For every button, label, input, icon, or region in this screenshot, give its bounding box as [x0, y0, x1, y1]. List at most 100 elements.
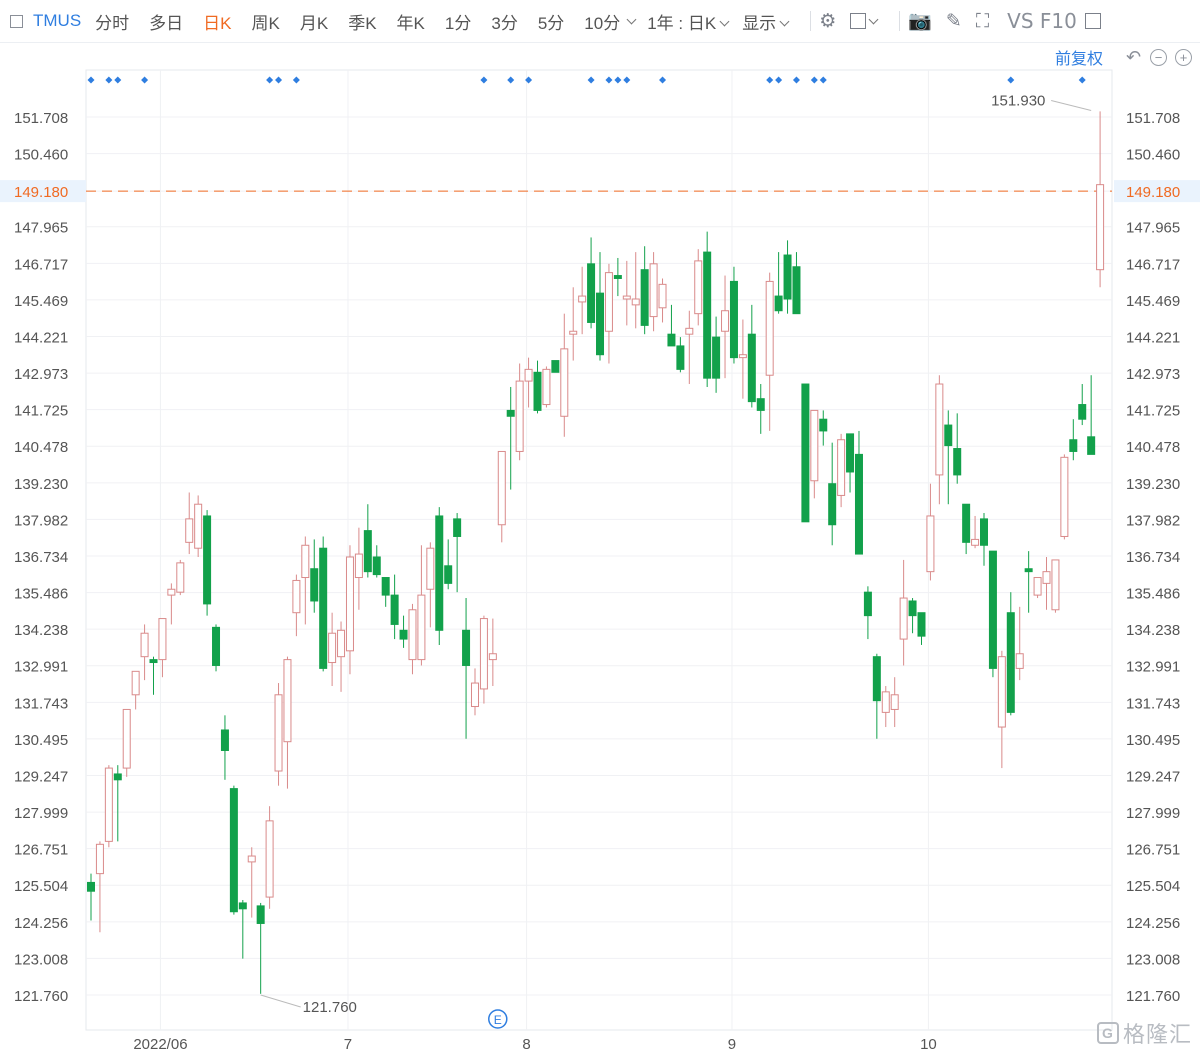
candle-body-down: [1069, 439, 1078, 452]
candle-body-up: [1042, 571, 1051, 584]
candle-body-down: [238, 902, 247, 910]
candle-body-up: [971, 538, 980, 546]
candle-body-down: [774, 295, 783, 312]
event-markers: [87, 76, 1086, 84]
candle-body-down: [1078, 404, 1087, 420]
candle-body-down: [319, 547, 328, 669]
candle-body-down: [962, 503, 971, 543]
candle-body-up: [1060, 456, 1069, 537]
y-tick-label-right: 146.717: [1126, 256, 1180, 273]
candle-body-down: [87, 881, 95, 892]
y-tick-label-right: 126.751: [1126, 842, 1180, 859]
candle-body-down: [640, 269, 649, 326]
candle-body-up: [426, 547, 435, 590]
y-tick-label-left: 147.965: [14, 220, 68, 237]
event-marker-diamond: [114, 76, 122, 84]
y-tick-label-right: 132.991: [1126, 659, 1180, 676]
candle-body-up: [604, 272, 613, 332]
y-tick-label-left: 145.469: [14, 293, 68, 310]
candle-body-down: [729, 280, 738, 359]
candle-body-up: [95, 843, 104, 875]
x-tick-label: 7: [344, 1036, 352, 1053]
candle-body-down: [596, 292, 605, 356]
candle-body-down: [533, 371, 542, 411]
candle-body-up: [738, 354, 747, 359]
candle-body-up: [417, 594, 426, 661]
candle-body-down: [372, 556, 381, 576]
annotation-label: 121.760: [303, 999, 357, 1016]
y-tick-label-right: 150.460: [1126, 147, 1180, 164]
y-tick-label-right: 149.180: [1126, 184, 1180, 201]
candle-body-up: [354, 553, 363, 579]
candle-body-down: [676, 345, 685, 370]
candle-body-down: [712, 336, 721, 379]
event-marker-diamond: [792, 76, 800, 84]
candle-body-up: [247, 855, 256, 863]
y-tick-label-right: 129.247: [1126, 769, 1180, 786]
candle-body-down: [783, 254, 792, 300]
candle-body-down: [363, 530, 372, 573]
candle-body-up: [122, 708, 131, 769]
x-tick-label: 9: [728, 1036, 736, 1053]
candle-body-down: [256, 905, 265, 924]
candle-body-down: [872, 656, 881, 702]
candle-body-up: [408, 609, 417, 661]
candle-body-up: [488, 653, 497, 661]
candle-body-down: [703, 251, 712, 379]
watermark-text: 格隆汇: [1122, 1022, 1192, 1047]
candle-body-up: [560, 348, 569, 417]
candle-body-down: [801, 383, 810, 523]
event-marker-diamond: [141, 76, 149, 84]
candle-body-down: [792, 266, 801, 315]
candle-body-down: [854, 453, 863, 555]
candle-body-down: [667, 333, 676, 347]
event-marker-diamond: [292, 76, 300, 84]
candle-body-down: [908, 600, 917, 617]
y-tick-label-left: 132.991: [14, 659, 68, 676]
price-annotations: 151.930 121.760: [260, 92, 1092, 1016]
y-tick-label-left: 136.734: [14, 549, 68, 566]
candle-body-up: [649, 263, 658, 318]
candle-body-up: [1051, 559, 1060, 611]
candle-body-down: [453, 518, 462, 537]
y-tick-label-right: 121.760: [1126, 988, 1180, 1005]
y-tick-label-right: 135.486: [1126, 586, 1180, 603]
y-tick-label-right: 136.734: [1126, 549, 1180, 566]
candlestick-chart[interactable]: 151.708 150.460 149.180 147.965 146.717 145.4…: [0, 0, 1200, 1055]
candle-body-down: [390, 594, 399, 625]
y-tick-label-right: 125.504: [1126, 878, 1180, 895]
candle-body-up: [765, 280, 774, 376]
candle-body-up: [158, 618, 167, 661]
candle-body-up: [569, 330, 578, 335]
candle-body-up: [328, 632, 337, 664]
candle-body-up: [685, 327, 694, 335]
candle-body-down: [551, 360, 560, 373]
y-tick-label-right: 127.999: [1126, 805, 1180, 822]
candle-body-up: [899, 597, 908, 640]
x-tick-label: 10: [920, 1036, 937, 1053]
candle-body-down: [203, 515, 212, 605]
candle-body-down: [462, 629, 471, 666]
candle-body-up: [194, 503, 203, 549]
y-tick-label-left: 142.973: [14, 366, 68, 383]
candle-body-up: [337, 629, 346, 658]
candle-body-up: [301, 544, 310, 579]
y-axis-right: 151.708 150.460 149.180 147.965 146.717 145.4…: [1114, 110, 1200, 1005]
y-tick-label-left: 130.495: [14, 732, 68, 749]
candle-body-up: [185, 518, 194, 543]
event-marker-diamond: [623, 76, 631, 84]
candle-body-down: [587, 263, 596, 323]
candle-body-up: [265, 820, 274, 898]
candle-body-up: [926, 515, 935, 573]
candles: [87, 111, 1105, 994]
candle-body-down: [381, 577, 390, 596]
event-marker-diamond: [507, 76, 515, 84]
x-axis: 2022/06 7 8 9 10 E: [133, 1009, 937, 1053]
y-tick-label-left: 127.999: [14, 805, 68, 822]
y-tick-label-left: 124.256: [14, 915, 68, 932]
event-marker-diamond: [1078, 76, 1086, 84]
candle-body-up: [542, 368, 551, 406]
candle-body-down: [917, 612, 926, 637]
candle-body-up: [837, 439, 846, 496]
y-tick-label-left: 150.460: [14, 147, 68, 164]
